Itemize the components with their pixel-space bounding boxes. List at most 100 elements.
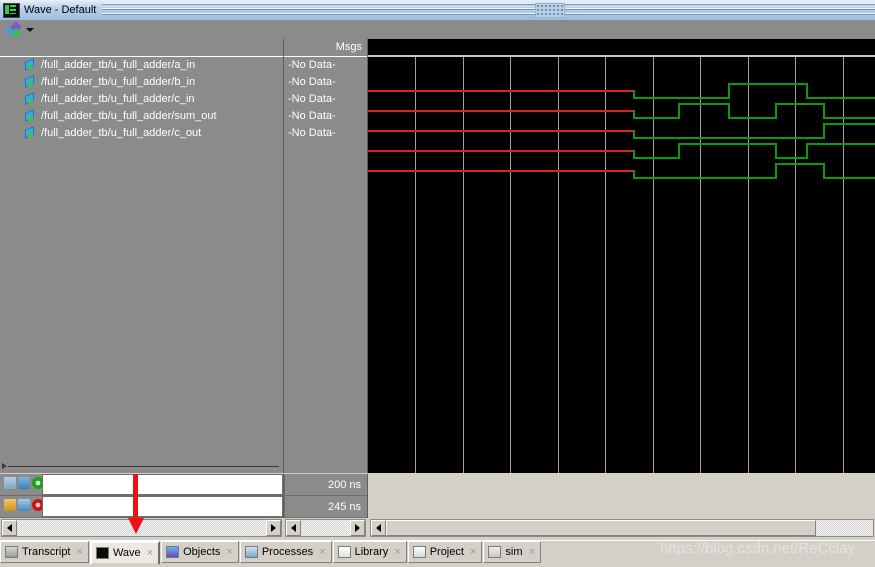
objects-icon bbox=[166, 546, 180, 558]
tab-project[interactable]: Project × bbox=[407, 541, 483, 563]
tab-close-icon[interactable]: × bbox=[226, 546, 232, 558]
tab-label: Library bbox=[354, 546, 389, 558]
wave-gridline bbox=[795, 57, 796, 473]
library-icon bbox=[337, 546, 351, 558]
tab-label: sim bbox=[505, 546, 523, 558]
signal-msg-cell: -No Data- bbox=[288, 127, 336, 139]
wave-level-a_in bbox=[728, 83, 807, 85]
scroll-track[interactable] bbox=[301, 520, 350, 536]
signal-row[interactable]: /full_adder_tb/u_full_adder/c_out bbox=[0, 125, 283, 142]
tab-close-icon[interactable]: × bbox=[77, 546, 83, 558]
wave-level-c_in bbox=[822, 123, 875, 125]
transcript-icon bbox=[5, 546, 18, 558]
wave-level-c_out bbox=[633, 177, 776, 179]
window-grip-handle[interactable] bbox=[535, 3, 566, 18]
signal-msg-cell: -No Data- bbox=[288, 59, 336, 71]
wave-level-a_in bbox=[633, 97, 729, 99]
signal-row[interactable]: /full_adder_tb/u_full_adder/c_in bbox=[0, 91, 283, 108]
wave-edge-c_in bbox=[822, 123, 825, 139]
wave-edge-sum_out bbox=[775, 143, 778, 159]
wave-edge-a_in bbox=[728, 83, 731, 99]
tab-close-icon[interactable]: × bbox=[528, 546, 534, 558]
edit-cursor-icon[interactable] bbox=[18, 499, 30, 511]
wave-level-c_out bbox=[822, 177, 875, 179]
wave-edge-sum_out bbox=[633, 150, 636, 159]
scroll-right-button[interactable] bbox=[350, 520, 365, 536]
wave-edge-sum_out bbox=[678, 143, 681, 159]
msgs-column-header: Msgs bbox=[284, 39, 367, 57]
scroll-left-button[interactable] bbox=[286, 520, 301, 536]
tab-close-icon[interactable]: × bbox=[470, 546, 476, 558]
wave-edge-a_in bbox=[806, 83, 809, 99]
tab-close-icon[interactable]: × bbox=[394, 546, 400, 558]
wave-edge-a_in bbox=[633, 90, 636, 99]
wave-window-icon bbox=[3, 2, 20, 18]
scroll-left-button[interactable] bbox=[2, 520, 17, 536]
cursor-value: 245 ns bbox=[284, 496, 367, 518]
signal-output-icon bbox=[25, 126, 38, 139]
wave-level-b_in bbox=[728, 117, 776, 119]
wave-edge-b_in bbox=[822, 103, 825, 119]
signal-path: /full_adder_tb/u_full_adder/c_in bbox=[41, 93, 195, 105]
scroll-track[interactable] bbox=[816, 520, 873, 536]
project-icon bbox=[412, 546, 426, 558]
wave-objects-icon[interactable] bbox=[6, 21, 22, 37]
scroll-left-button[interactable] bbox=[371, 520, 386, 536]
wave-edge-b_in bbox=[678, 103, 681, 119]
wave-gridline bbox=[748, 57, 749, 473]
wave-level-b_in bbox=[775, 103, 823, 105]
chevron-down-icon[interactable] bbox=[26, 28, 34, 32]
signal-path: /full_adder_tb/u_full_adder/sum_out bbox=[41, 110, 217, 122]
tab-sim[interactable]: sim × bbox=[483, 541, 541, 563]
watermark-text: https://blog.csdn.net/ReCclay bbox=[660, 540, 856, 557]
wave-level-sum_out bbox=[678, 143, 776, 145]
save-wave-icon[interactable] bbox=[4, 477, 16, 489]
tab-label: Objects bbox=[183, 546, 221, 558]
wave-edge-c_out bbox=[633, 170, 636, 179]
signal-msg-cell: -No Data- bbox=[288, 76, 336, 88]
title-rails bbox=[102, 0, 875, 20]
sim-icon bbox=[488, 546, 502, 558]
tab-close-icon[interactable]: × bbox=[319, 546, 325, 558]
wave-gridline bbox=[605, 57, 606, 473]
tab-library[interactable]: Library × bbox=[332, 541, 407, 563]
cursor-value-field[interactable] bbox=[42, 496, 283, 517]
wave-tool-icons-row1 bbox=[4, 477, 44, 489]
wave-level-b_in bbox=[822, 117, 875, 119]
signal-row[interactable]: /full_adder_tb/u_full_adder/a_in bbox=[0, 57, 283, 74]
signal-path: /full_adder_tb/u_full_adder/a_in bbox=[41, 59, 196, 71]
wave-pane-toolbar bbox=[0, 20, 875, 40]
tab-transcript[interactable]: Transcript × bbox=[0, 541, 89, 563]
scroll-right-button[interactable] bbox=[266, 520, 281, 536]
wave-level-c_out bbox=[775, 163, 823, 165]
msgs-column: Msgs -No Data- -No Data- -No Data- -No Data… bbox=[284, 39, 368, 473]
dataset-icon[interactable] bbox=[18, 477, 30, 489]
now-value-field[interactable] bbox=[42, 474, 283, 495]
signal-input-icon bbox=[25, 75, 38, 88]
wave-tool-icons-row2 bbox=[4, 499, 44, 511]
wave-icon bbox=[95, 547, 109, 559]
tab-close-icon[interactable]: × bbox=[147, 547, 153, 559]
lock-icon[interactable] bbox=[4, 499, 16, 511]
msgs-hscrollbar[interactable] bbox=[285, 519, 366, 537]
tab-label: Project bbox=[429, 546, 464, 558]
scroll-thumb[interactable] bbox=[386, 520, 816, 536]
wave-level-a_in bbox=[806, 97, 875, 99]
wave-edge-b_in bbox=[728, 103, 731, 119]
status-value-panel: 200 ns 245 ns bbox=[284, 474, 368, 518]
now-value: 200 ns bbox=[284, 474, 367, 496]
wave-gridline bbox=[843, 57, 844, 473]
wave-level-sum_out bbox=[633, 157, 679, 159]
signal-row[interactable]: /full_adder_tb/u_full_adder/b_in bbox=[0, 74, 283, 91]
signal-output-icon bbox=[25, 109, 38, 122]
tab-processes[interactable]: Processes × bbox=[239, 541, 332, 563]
wave-undefined-a_in bbox=[368, 90, 634, 92]
waveform-canvas[interactable]: ns50 ns100 ns150 ns200 ns bbox=[368, 39, 875, 473]
signal-row[interactable]: /full_adder_tb/u_full_adder/sum_out bbox=[0, 108, 283, 125]
wave-level-b_in bbox=[633, 117, 679, 119]
annotation-arrow-icon bbox=[128, 474, 144, 536]
signal-input-icon bbox=[25, 58, 38, 71]
tab-objects[interactable]: Objects × bbox=[161, 541, 239, 563]
wave-hscrollbar[interactable] bbox=[370, 519, 874, 537]
tab-wave[interactable]: Wave × bbox=[89, 541, 161, 565]
